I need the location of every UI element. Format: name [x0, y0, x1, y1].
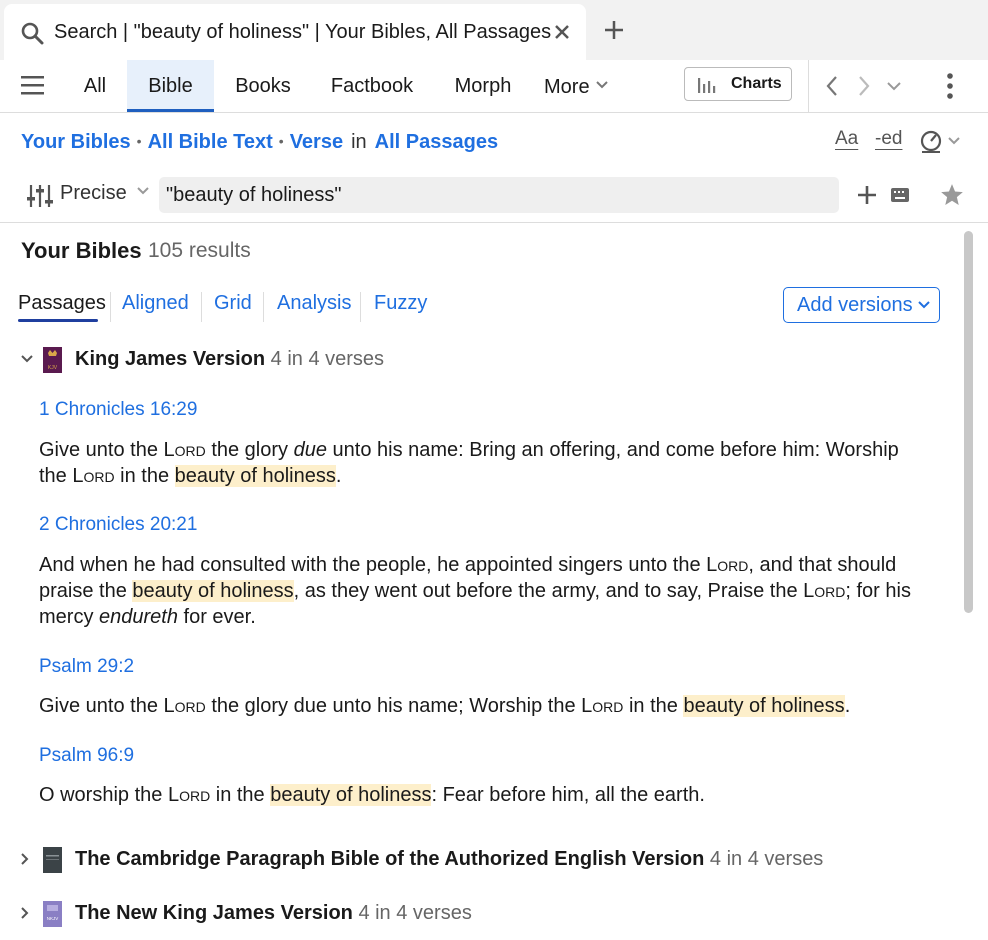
view-tab-divider: [360, 292, 361, 322]
breadcrumb-your-bibles[interactable]: Your Bibles: [21, 131, 131, 153]
search-icon: [20, 21, 44, 50]
timer-icon[interactable]: [919, 128, 963, 159]
search-hit[interactable]: beauty of holiness: [132, 580, 294, 602]
passage-ref-psalm-29-2[interactable]: Psalm 29:2: [39, 656, 134, 678]
tab-strip: Search | "beauty of holiness" | Your Bib…: [0, 0, 988, 60]
view-tab-analysis[interactable]: Analysis: [277, 292, 351, 315]
inflections-button[interactable]: -ed: [875, 128, 902, 150]
chevron-right-icon[interactable]: [20, 852, 30, 866]
kjv-cover-icon: KJV: [43, 347, 62, 373]
version-count: 4 in 4 verses: [358, 902, 472, 924]
chevron-down-icon[interactable]: [20, 354, 34, 364]
tab-title: Search | "beauty of holiness" | Your Bib…: [54, 21, 552, 43]
breadcrumb-in: in: [351, 131, 367, 153]
star-icon[interactable]: [939, 182, 965, 213]
charts-label: Charts: [731, 75, 782, 92]
version-name: The Cambridge Paragraph Bible of the Aut…: [75, 848, 705, 870]
add-versions-label: Add versions: [797, 294, 913, 316]
view-tab-divider: [201, 292, 202, 322]
search-hit[interactable]: beauty of holiness: [270, 784, 432, 806]
svg-text:NKJV: NKJV: [47, 916, 59, 921]
close-tab-icon[interactable]: [552, 22, 572, 47]
add-versions-button[interactable]: Add versions: [783, 287, 940, 323]
version-group-nkjv[interactable]: NKJV The New King James Version 4 in 4 v…: [0, 900, 960, 928]
passage-text: And when he had consulted with the peopl…: [39, 554, 911, 628]
search-toolbar: All Bible Books Factbook Morph More Char…: [0, 60, 988, 113]
chevron-down-icon: [918, 301, 930, 309]
font-size-button[interactable]: Aa: [835, 128, 858, 150]
search-hit[interactable]: beauty of holiness: [174, 465, 336, 487]
nkjv-cover-icon: NKJV: [43, 901, 62, 927]
version-count: 4 in 4 verses: [709, 848, 824, 870]
more-menu[interactable]: More: [544, 76, 609, 99]
hamburger-menu-icon[interactable]: [20, 74, 46, 101]
chevron-down-icon: [596, 81, 608, 89]
view-tab-grid[interactable]: Grid: [214, 292, 252, 315]
search-tab[interactable]: Search | "beauty of holiness" | Your Bib…: [4, 4, 586, 60]
bar-chart-icon: [698, 78, 716, 93]
scrollbar-thumb[interactable]: [964, 231, 973, 613]
tab-morph[interactable]: Morph: [444, 60, 522, 110]
charts-button[interactable]: Charts: [684, 67, 792, 101]
breadcrumb: Your Bibles • All Bible Text • Verse in All Pa…: [21, 131, 498, 154]
add-icon[interactable]: [856, 184, 878, 211]
svg-text:KJV: KJV: [48, 365, 58, 371]
version-name: The New King James Version: [75, 902, 353, 924]
view-tab-fuzzy[interactable]: Fuzzy: [374, 292, 427, 315]
chevron-down-icon: [137, 187, 149, 195]
tab-books[interactable]: Books: [224, 60, 302, 110]
view-tab-divider: [110, 292, 111, 322]
new-tab-icon[interactable]: [602, 18, 626, 47]
breadcrumb-all-passages[interactable]: All Passages: [375, 131, 498, 153]
view-tab-divider: [263, 292, 264, 322]
kebab-menu-icon[interactable]: [944, 72, 956, 105]
version-title: The New King James Version 4 in 4 verses: [75, 902, 472, 925]
breadcrumb-separator: •: [278, 133, 284, 149]
back-arrow-icon[interactable]: [824, 74, 840, 103]
search-hit[interactable]: beauty of holiness: [683, 695, 845, 717]
sliders-icon[interactable]: [27, 183, 53, 214]
tab-bible[interactable]: Bible: [127, 60, 214, 112]
search-query-text: "beauty of holiness": [166, 184, 342, 206]
search-input[interactable]: "beauty of holiness": [159, 177, 839, 213]
more-label: More: [544, 76, 590, 98]
breadcrumb-separator: •: [136, 133, 142, 149]
passage-text: Give unto the Lord the glory due unto hi…: [39, 439, 899, 487]
forward-arrow-icon[interactable]: [856, 74, 872, 103]
view-tab-aligned[interactable]: Aligned: [122, 292, 189, 315]
version-name: King James Version: [75, 348, 266, 370]
view-tab-passages[interactable]: Passages: [18, 292, 106, 315]
version-group-cambridge[interactable]: The Cambridge Paragraph Bible of the Aut…: [0, 846, 960, 874]
tab-all[interactable]: All: [70, 60, 120, 110]
results-heading: Your Bibles: [21, 238, 142, 263]
search-row: Precise "beauty of holiness": [0, 172, 988, 223]
passage-ref-1-chronicles-16-29[interactable]: 1 Chronicles 16:29: [39, 399, 197, 421]
passage-ref-psalm-96-9[interactable]: Psalm 96:9: [39, 745, 134, 767]
version-group-kjv[interactable]: KJV King James Version 4 in 4 verses: [0, 346, 960, 374]
version-title: The Cambridge Paragraph Bible of the Aut…: [75, 848, 823, 871]
version-title: King James Version 4 in 4 verses: [75, 348, 384, 371]
passage-ref-2-chronicles-20-21[interactable]: 2 Chronicles 20:21: [39, 514, 197, 536]
results-count: 105 results: [148, 239, 251, 262]
search-mode-dropdown[interactable]: Precise: [60, 182, 150, 205]
keyboard-icon[interactable]: [890, 187, 910, 208]
toolbar-divider: [808, 60, 809, 112]
breadcrumb-all-bible-text[interactable]: All Bible Text: [148, 131, 273, 153]
history-dropdown-icon[interactable]: [886, 80, 902, 98]
version-count: 4 in 4 verses: [270, 348, 385, 370]
active-tab-indicator: [18, 319, 98, 322]
search-mode-label: Precise: [60, 182, 127, 204]
cambridge-cover-icon: [43, 847, 62, 873]
chevron-right-icon[interactable]: [20, 906, 30, 920]
breadcrumb-verse[interactable]: Verse: [290, 131, 343, 153]
tab-factbook[interactable]: Factbook: [322, 60, 422, 110]
passage-text: O worship the Lord in the beauty of holi…: [39, 784, 705, 806]
passage-text: Give unto the Lord the glory due unto hi…: [39, 695, 851, 717]
